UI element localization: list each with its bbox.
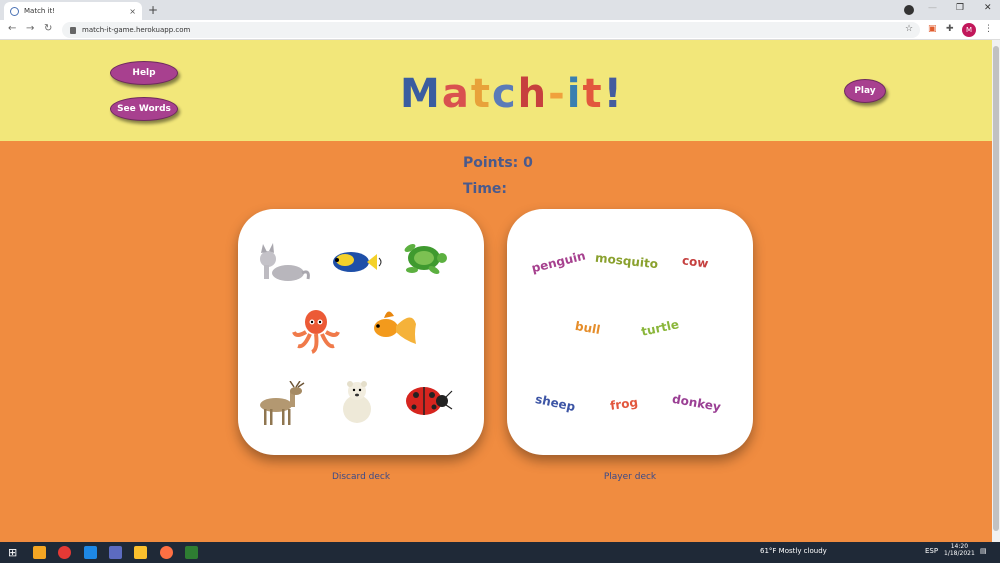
match-it-logo: Match-it! (400, 71, 624, 117)
menu-kebab-icon[interactable]: ⋮ (984, 24, 993, 34)
minimize-button[interactable]: — (928, 3, 937, 13)
file-explorer-icon[interactable] (134, 546, 147, 559)
notification-icon[interactable]: ▤ (980, 547, 987, 555)
page-scrollbar[interactable] (992, 40, 1000, 542)
player-deck: penguin mosquito cow bull turtle sheep f… (507, 209, 753, 455)
clock[interactable]: 14:20 1/18/2021 (944, 543, 975, 557)
cat-icon (260, 243, 310, 281)
back-arrow-icon[interactable]: ← (8, 23, 16, 34)
reload-icon[interactable]: ↻ (44, 23, 52, 34)
goldfish-icon (374, 311, 416, 344)
excel-icon[interactable] (185, 546, 198, 559)
points-display: Points: 0 (463, 155, 533, 171)
word-card-bull[interactable]: bull (574, 319, 601, 337)
browser-toolbar: ← → ↻ match-it-game.herokuapp.com ☆ ▣ ✚ … (0, 20, 1000, 40)
help-button[interactable]: Help (110, 61, 178, 85)
card-deer[interactable] (254, 381, 310, 429)
browser-tab-bar: Match it! × + — ❐ ✕ (0, 0, 1000, 20)
chrome-icon[interactable] (58, 546, 71, 559)
extension-icon[interactable]: ▣ (928, 24, 937, 34)
time-display: Time: (463, 181, 508, 197)
firefox-icon[interactable] (160, 546, 173, 559)
word-card-turtle[interactable]: turtle (640, 317, 680, 339)
card-goldfish[interactable] (364, 304, 420, 352)
discard-deck-label: Discard deck (331, 472, 391, 482)
restore-button[interactable]: ❐ (956, 3, 964, 13)
card-cat[interactable] (254, 239, 310, 287)
address-bar[interactable]: match-it-game.herokuapp.com (62, 22, 920, 38)
os-taskbar: ⊞ 61°F Mostly cloudy ESP 14:20 1/18/2021… (0, 542, 1000, 563)
forward-arrow-icon[interactable]: → (26, 23, 34, 34)
card-fish[interactable] (327, 238, 383, 286)
profile-avatar[interactable]: M (962, 23, 976, 37)
app-icon-1[interactable] (33, 546, 46, 559)
site-favicon-icon (10, 6, 19, 16)
lock-icon (70, 26, 76, 34)
tab-close-icon[interactable]: × (129, 7, 136, 16)
deer-icon (260, 381, 305, 425)
bookmark-star-icon[interactable]: ☆ (905, 24, 913, 34)
game-page: Help See Words Match-it! Play Points: 0 … (0, 40, 992, 542)
browser-tab[interactable]: Match it! × (4, 2, 142, 20)
word-card-frog[interactable]: frog (609, 395, 639, 413)
language-indicator[interactable]: ESP (925, 547, 938, 555)
score-panel: Points: 0 Time: (463, 150, 533, 202)
game-header: Help See Words Match-it! Play (0, 40, 992, 141)
windows-start-icon[interactable]: ⊞ (8, 546, 21, 559)
close-window-button[interactable]: ✕ (984, 3, 992, 13)
card-turtle[interactable] (396, 236, 452, 284)
weather-widget[interactable]: 61°F Mostly cloudy (760, 547, 827, 555)
player-deck-label: Player deck (603, 472, 657, 482)
play-button[interactable]: Play (844, 79, 886, 103)
card-polar-bear[interactable] (329, 377, 385, 425)
scrollbar-thumb[interactable] (993, 46, 999, 531)
card-ladybug[interactable] (398, 377, 454, 425)
vscode-icon[interactable] (84, 546, 97, 559)
app-icon-4[interactable] (109, 546, 122, 559)
url-text: match-it-game.herokuapp.com (82, 26, 191, 34)
word-card-mosquito[interactable]: mosquito (594, 251, 658, 272)
clock-time: 14:20 (950, 543, 969, 550)
discard-deck (238, 209, 484, 455)
fish-icon (333, 252, 382, 272)
word-card-donkey[interactable]: donkey (671, 392, 722, 414)
turtle-icon (404, 244, 447, 274)
card-octopus[interactable] (288, 306, 344, 354)
puzzle-icon[interactable]: ✚ (946, 24, 954, 34)
ladybug-icon (406, 387, 453, 415)
octopus-icon (292, 310, 340, 354)
see-words-button[interactable]: See Words (110, 97, 178, 121)
word-card-sheep[interactable]: sheep (534, 392, 577, 414)
word-card-penguin[interactable]: penguin (530, 249, 587, 276)
tab-title: Match it! (24, 7, 56, 15)
new-tab-button[interactable]: + (148, 3, 158, 17)
polar-bear-icon (343, 381, 371, 423)
word-card-cow[interactable]: cow (681, 253, 709, 271)
clock-date: 1/18/2021 (944, 550, 975, 557)
media-control-icon[interactable] (904, 5, 914, 15)
